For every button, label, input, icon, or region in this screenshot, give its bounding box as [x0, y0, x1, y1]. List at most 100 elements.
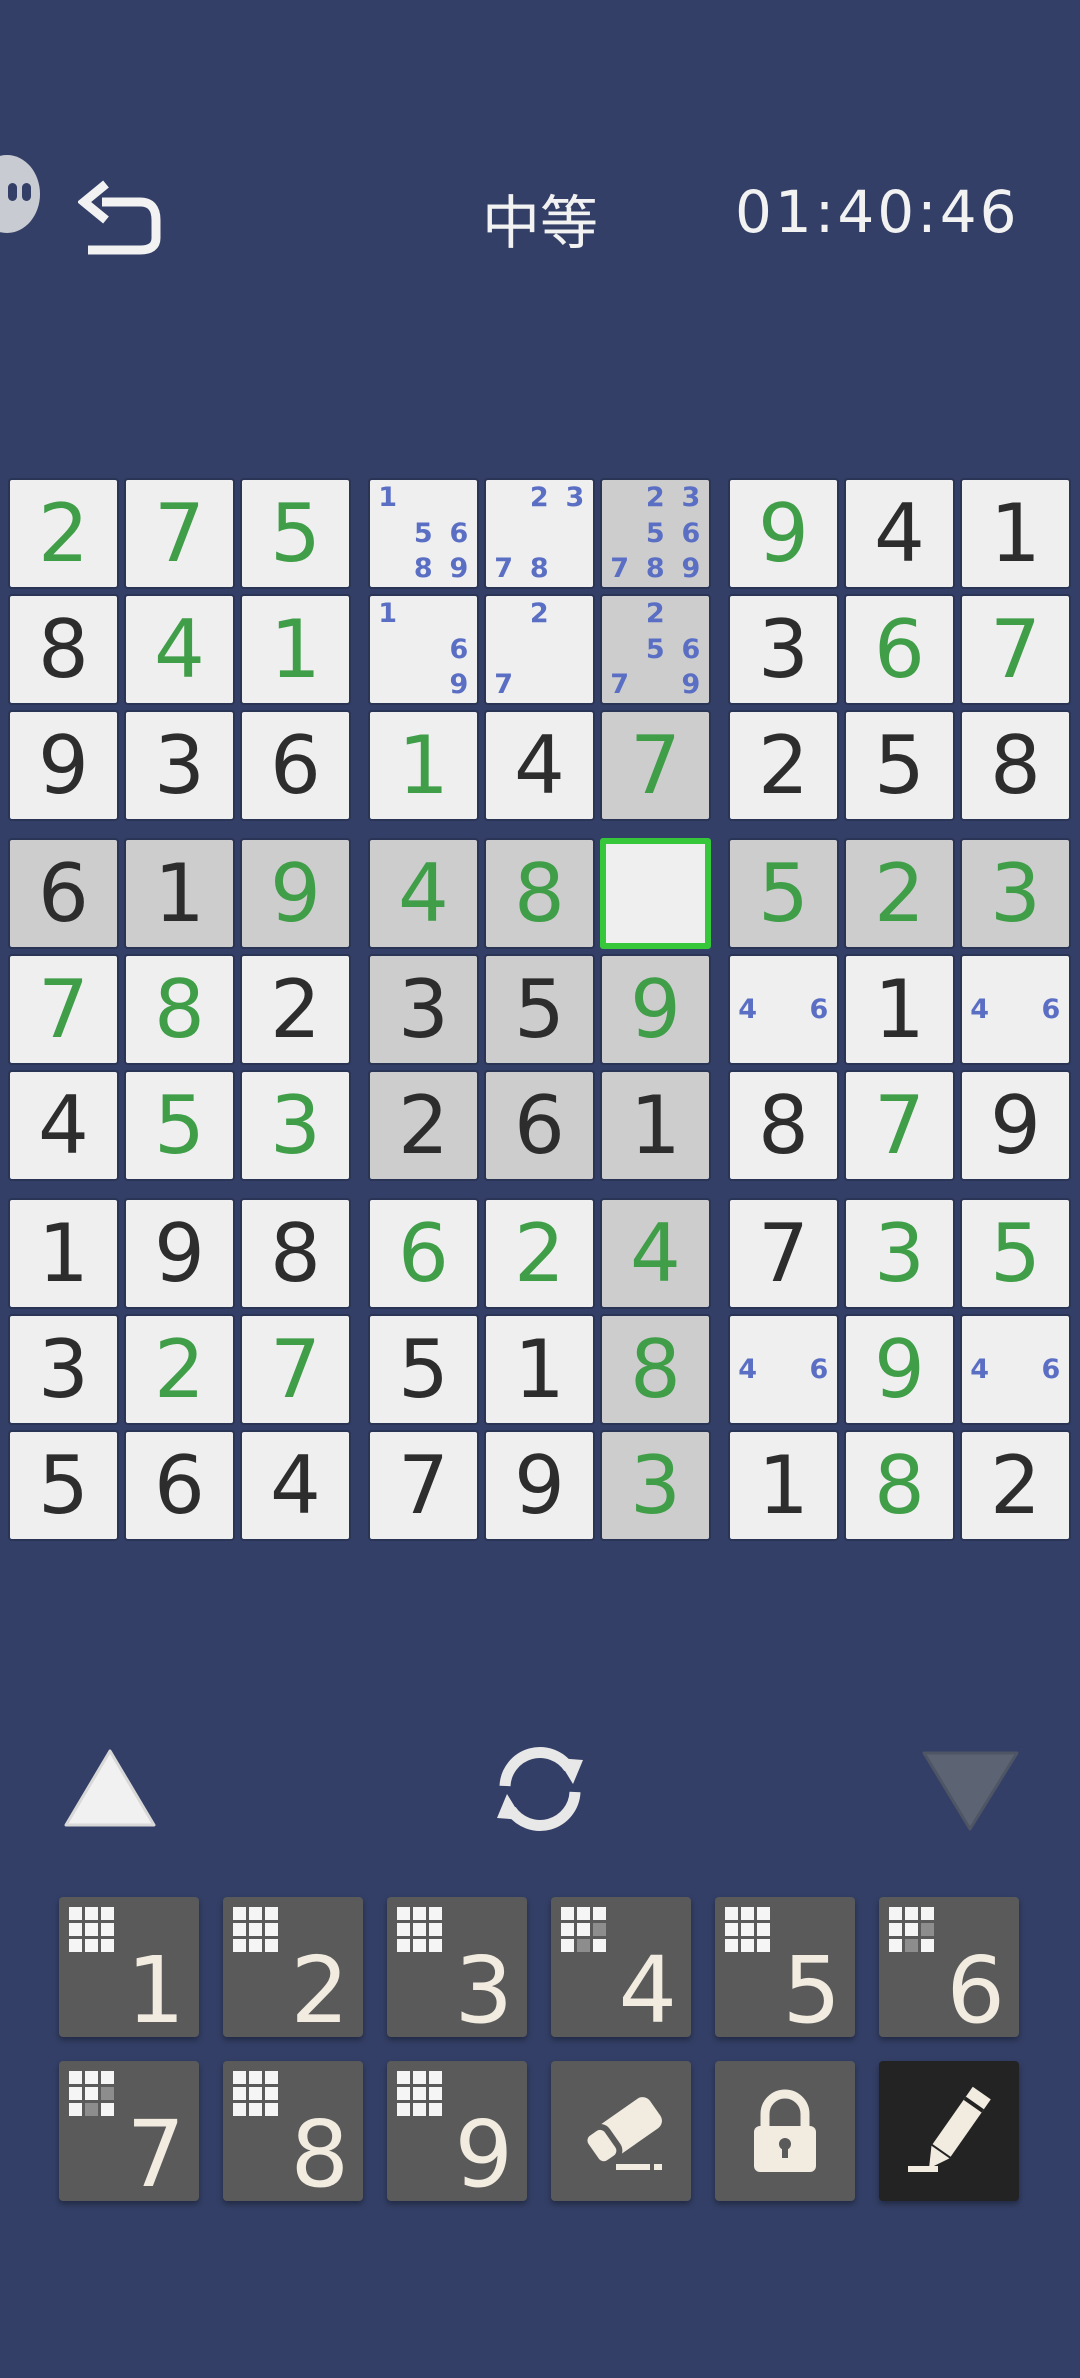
sudoku-cell[interactable]: 8 — [600, 1314, 711, 1425]
digit-key-5[interactable]: 5 — [715, 1897, 855, 2037]
sudoku-cell[interactable]: 9 — [484, 1430, 595, 1541]
sudoku-cell[interactable]: 46 — [728, 1314, 839, 1425]
sudoku-cell[interactable]: 5 — [240, 478, 351, 589]
sudoku-cell[interactable]: 5 — [484, 954, 595, 1065]
sudoku-cell[interactable]: 6 — [368, 1198, 479, 1309]
sudoku-cell[interactable]: 3 — [844, 1198, 955, 1309]
sudoku-cell[interactable]: 4 — [600, 1198, 711, 1309]
sudoku-cell[interactable]: 7 — [960, 594, 1071, 705]
sudoku-cell[interactable]: 5 — [368, 1314, 479, 1425]
sudoku-cell[interactable]: 7 — [240, 1314, 351, 1425]
digit-key-3[interactable]: 3 — [387, 1897, 527, 2037]
sudoku-cell[interactable]: 9 — [728, 478, 839, 589]
cell-digit: 3 — [630, 1438, 681, 1532]
sudoku-cell[interactable]: 1 — [728, 1430, 839, 1541]
sudoku-cell[interactable]: 27 — [484, 594, 595, 705]
sudoku-cell[interactable]: 4 — [368, 838, 479, 949]
triangle-down-icon[interactable] — [918, 1745, 1023, 1835]
digit-key-7[interactable]: 7 — [59, 2061, 199, 2201]
sudoku-cell[interactable]: 9 — [600, 954, 711, 1065]
sudoku-cell[interactable]: 8 — [240, 1198, 351, 1309]
sudoku-cell[interactable]: 4 — [484, 710, 595, 821]
sudoku-cell[interactable]: 8 — [960, 710, 1071, 821]
sudoku-cell[interactable]: 8 — [8, 594, 119, 705]
sudoku-cell[interactable]: 1 — [484, 1314, 595, 1425]
sudoku-cell[interactable]: 2 — [484, 1198, 595, 1309]
sudoku-cell[interactable]: 7 — [844, 1070, 955, 1181]
sudoku-cell[interactable]: 2 — [844, 838, 955, 949]
sudoku-cell[interactable]: 46 — [960, 1314, 1071, 1425]
digit-key-6[interactable]: 6 — [879, 1897, 1019, 2037]
lock-button[interactable] — [715, 2061, 855, 2201]
sudoku-cell[interactable]: 4 — [8, 1070, 119, 1181]
sudoku-cell[interactable]: 2 — [960, 1430, 1071, 1541]
sudoku-cell[interactable]: 3 — [368, 954, 479, 1065]
sudoku-cell[interactable]: 6 — [484, 1070, 595, 1181]
sudoku-cell[interactable]: 5 — [8, 1430, 119, 1541]
sudoku-cell[interactable]: 8 — [124, 954, 235, 1065]
sudoku-cell[interactable]: 2 — [728, 710, 839, 821]
sudoku-cell[interactable]: 3 — [240, 1070, 351, 1181]
digit-key-2[interactable]: 2 — [223, 1897, 363, 2037]
sudoku-cell[interactable]: 2 — [368, 1070, 479, 1181]
sudoku-cell[interactable]: 9 — [124, 1198, 235, 1309]
sudoku-cell[interactable]: 5 — [844, 710, 955, 821]
sudoku-cell[interactable]: 6 — [124, 1430, 235, 1541]
pencil-button[interactable] — [879, 2061, 1019, 2201]
sudoku-cell[interactable]: 256 7 9 — [600, 594, 711, 705]
sudoku-cell[interactable]: 6 — [8, 838, 119, 949]
sudoku-cell[interactable]: 5 — [124, 1070, 235, 1181]
sudoku-cell[interactable]: 1 — [844, 954, 955, 1065]
sudoku-cell[interactable]: 9 — [8, 710, 119, 821]
sudoku-cell[interactable]: 6 — [240, 710, 351, 821]
sudoku-cell[interactable]: 4 — [240, 1430, 351, 1541]
sudoku-cell[interactable]: 3 — [8, 1314, 119, 1425]
sudoku-cell[interactable]: 5 — [960, 1198, 1071, 1309]
sudoku-cell[interactable]: 2356 789 — [600, 478, 711, 589]
digit-key-4[interactable]: 4 — [551, 1897, 691, 2037]
sudoku-cell[interactable]: 4 — [124, 594, 235, 705]
eraser-button[interactable] — [551, 2061, 691, 2201]
sudoku-cell[interactable]: 8 — [844, 1430, 955, 1541]
sudoku-cell[interactable]: 6 — [844, 594, 955, 705]
sudoku-cell[interactable]: 1 — [240, 594, 351, 705]
sudoku-cell[interactable]: 1 — [960, 478, 1071, 589]
sudoku-cell[interactable]: 1 — [368, 710, 479, 821]
digit-key-1[interactable]: 1 — [59, 1897, 199, 2037]
digit-key-8[interactable]: 8 — [223, 2061, 363, 2201]
sudoku-cell[interactable]: 7 — [600, 710, 711, 821]
cell-digit: 5 — [270, 486, 321, 580]
sudoku-cell[interactable]: 9 — [240, 838, 351, 949]
sudoku-cell[interactable]: 7 — [124, 478, 235, 589]
sudoku-cell[interactable]: 3 — [960, 838, 1071, 949]
sudoku-cell[interactable]: 15689 — [368, 478, 479, 589]
sudoku-cell[interactable] — [600, 838, 711, 949]
sudoku-cell[interactable]: 7 — [728, 1198, 839, 1309]
sudoku-cell[interactable]: 2 — [8, 478, 119, 589]
sudoku-cell[interactable]: 3 — [124, 710, 235, 821]
sudoku-cell[interactable]: 46 — [728, 954, 839, 1065]
refresh-icon[interactable] — [485, 1738, 595, 1838]
sudoku-cell[interactable]: 2 — [124, 1314, 235, 1425]
sudoku-cell[interactable]: 5 — [728, 838, 839, 949]
sudoku-cell[interactable]: 46 — [960, 954, 1071, 1065]
sudoku-cell[interactable]: 1 — [600, 1070, 711, 1181]
digit-key-9[interactable]: 9 — [387, 2061, 527, 2201]
sudoku-cell[interactable]: 7 — [368, 1430, 479, 1541]
sudoku-cell[interactable]: 4 — [844, 478, 955, 589]
sudoku-cell[interactable]: 2 — [240, 954, 351, 1065]
triangle-up-icon[interactable] — [60, 1745, 160, 1830]
sudoku-cell[interactable]: 9 — [844, 1314, 955, 1425]
sudoku-cell[interactable]: 8 — [728, 1070, 839, 1181]
sudoku-cell[interactable]: 8 — [484, 838, 595, 949]
sudoku-cell[interactable]: 1 — [124, 838, 235, 949]
cell-digit: 8 — [758, 1078, 809, 1172]
sudoku-cell[interactable]: 9 — [960, 1070, 1071, 1181]
sudoku-cell[interactable]: 1 6 9 — [368, 594, 479, 705]
sudoku-cell[interactable]: 7 — [8, 954, 119, 1065]
sudoku-cell[interactable]: 3 — [728, 594, 839, 705]
sudoku-cell[interactable]: 23 78 — [484, 478, 595, 589]
cell-digit: 8 — [874, 1438, 925, 1532]
sudoku-cell[interactable]: 3 — [600, 1430, 711, 1541]
sudoku-cell[interactable]: 1 — [8, 1198, 119, 1309]
